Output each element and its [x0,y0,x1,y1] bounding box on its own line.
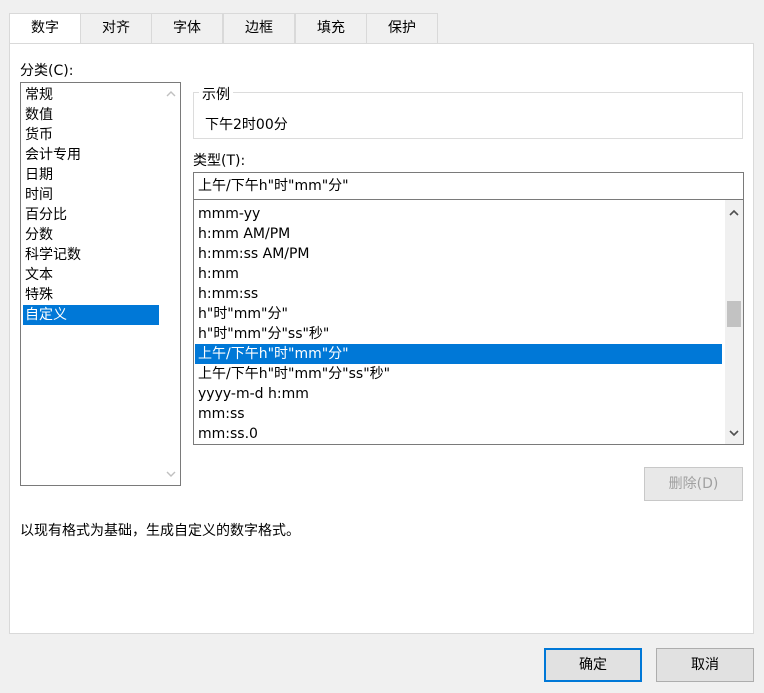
chevron-down-icon[interactable] [728,427,740,439]
cancel-button[interactable]: 取消 [656,648,754,682]
sample-value: 下午2时00分 [205,117,288,133]
category-item[interactable]: 日期 [23,165,159,185]
type-list[interactable]: mmm-yy h:mm AM/PM h:mm:ss AM/PM h:mm h:m… [193,200,744,445]
category-item[interactable]: 数值 [23,105,159,125]
type-item[interactable]: h:mm:ss [195,284,722,304]
category-item[interactable]: 货币 [23,125,159,145]
type-item[interactable]: h:mm [195,264,722,284]
tab-alignment[interactable]: 对齐 [80,13,152,43]
tab-border[interactable]: 边框 [223,13,295,43]
tab-protection[interactable]: 保护 [366,13,438,43]
delete-button[interactable]: 删除(D) [644,467,743,501]
category-label: 分类(C): [20,63,74,79]
tab-font[interactable]: 字体 [151,13,223,43]
category-item[interactable]: 常规 [23,85,159,105]
category-item[interactable]: 时间 [23,185,159,205]
ok-button[interactable]: 确定 [544,648,642,682]
sample-title: 示例 [199,84,233,104]
description-text: 以现有格式为基础，生成自定义的数字格式。 [20,523,300,539]
category-item[interactable]: 文本 [23,265,159,285]
type-item[interactable]: mmm-yy [195,204,722,224]
tab-number[interactable]: 数字 [9,13,81,44]
type-scrollbar[interactable] [725,200,743,444]
category-list[interactable]: 常规 数值 货币 会计专用 日期 时间 百分比 分数 科学记数 文本 特殊 自定… [20,82,181,486]
type-item[interactable]: mm:ss.0 [195,424,722,444]
type-label: 类型(T): [193,153,246,169]
type-item[interactable]: mm:ss [195,404,722,424]
category-item-selected[interactable]: 自定义 [23,305,159,325]
category-item[interactable]: 分数 [23,225,159,245]
category-scrollbar[interactable] [162,83,180,485]
category-item[interactable]: 百分比 [23,205,159,225]
chevron-down-icon[interactable] [165,468,177,480]
category-item[interactable]: 会计专用 [23,145,159,165]
scrollbar-thumb[interactable] [727,300,741,327]
type-input[interactable]: 上午/下午h"时"mm"分" [193,172,744,200]
chevron-up-icon[interactable] [165,88,177,100]
type-item[interactable]: h"时"mm"分"ss"秒" [195,324,722,344]
tab-fill[interactable]: 填充 [295,13,367,43]
type-item[interactable]: h"时"mm"分" [195,304,722,324]
type-item[interactable]: h:mm AM/PM [195,224,722,244]
category-item[interactable]: 特殊 [23,285,159,305]
type-item[interactable]: h:mm:ss AM/PM [195,244,722,264]
type-item[interactable]: yyyy-m-d h:mm [195,384,722,404]
type-item-selected[interactable]: 上午/下午h"时"mm"分" [195,344,722,364]
type-item[interactable]: 上午/下午h"时"mm"分"ss"秒" [195,364,722,384]
category-item[interactable]: 科学记数 [23,245,159,265]
chevron-up-icon[interactable] [728,207,740,219]
